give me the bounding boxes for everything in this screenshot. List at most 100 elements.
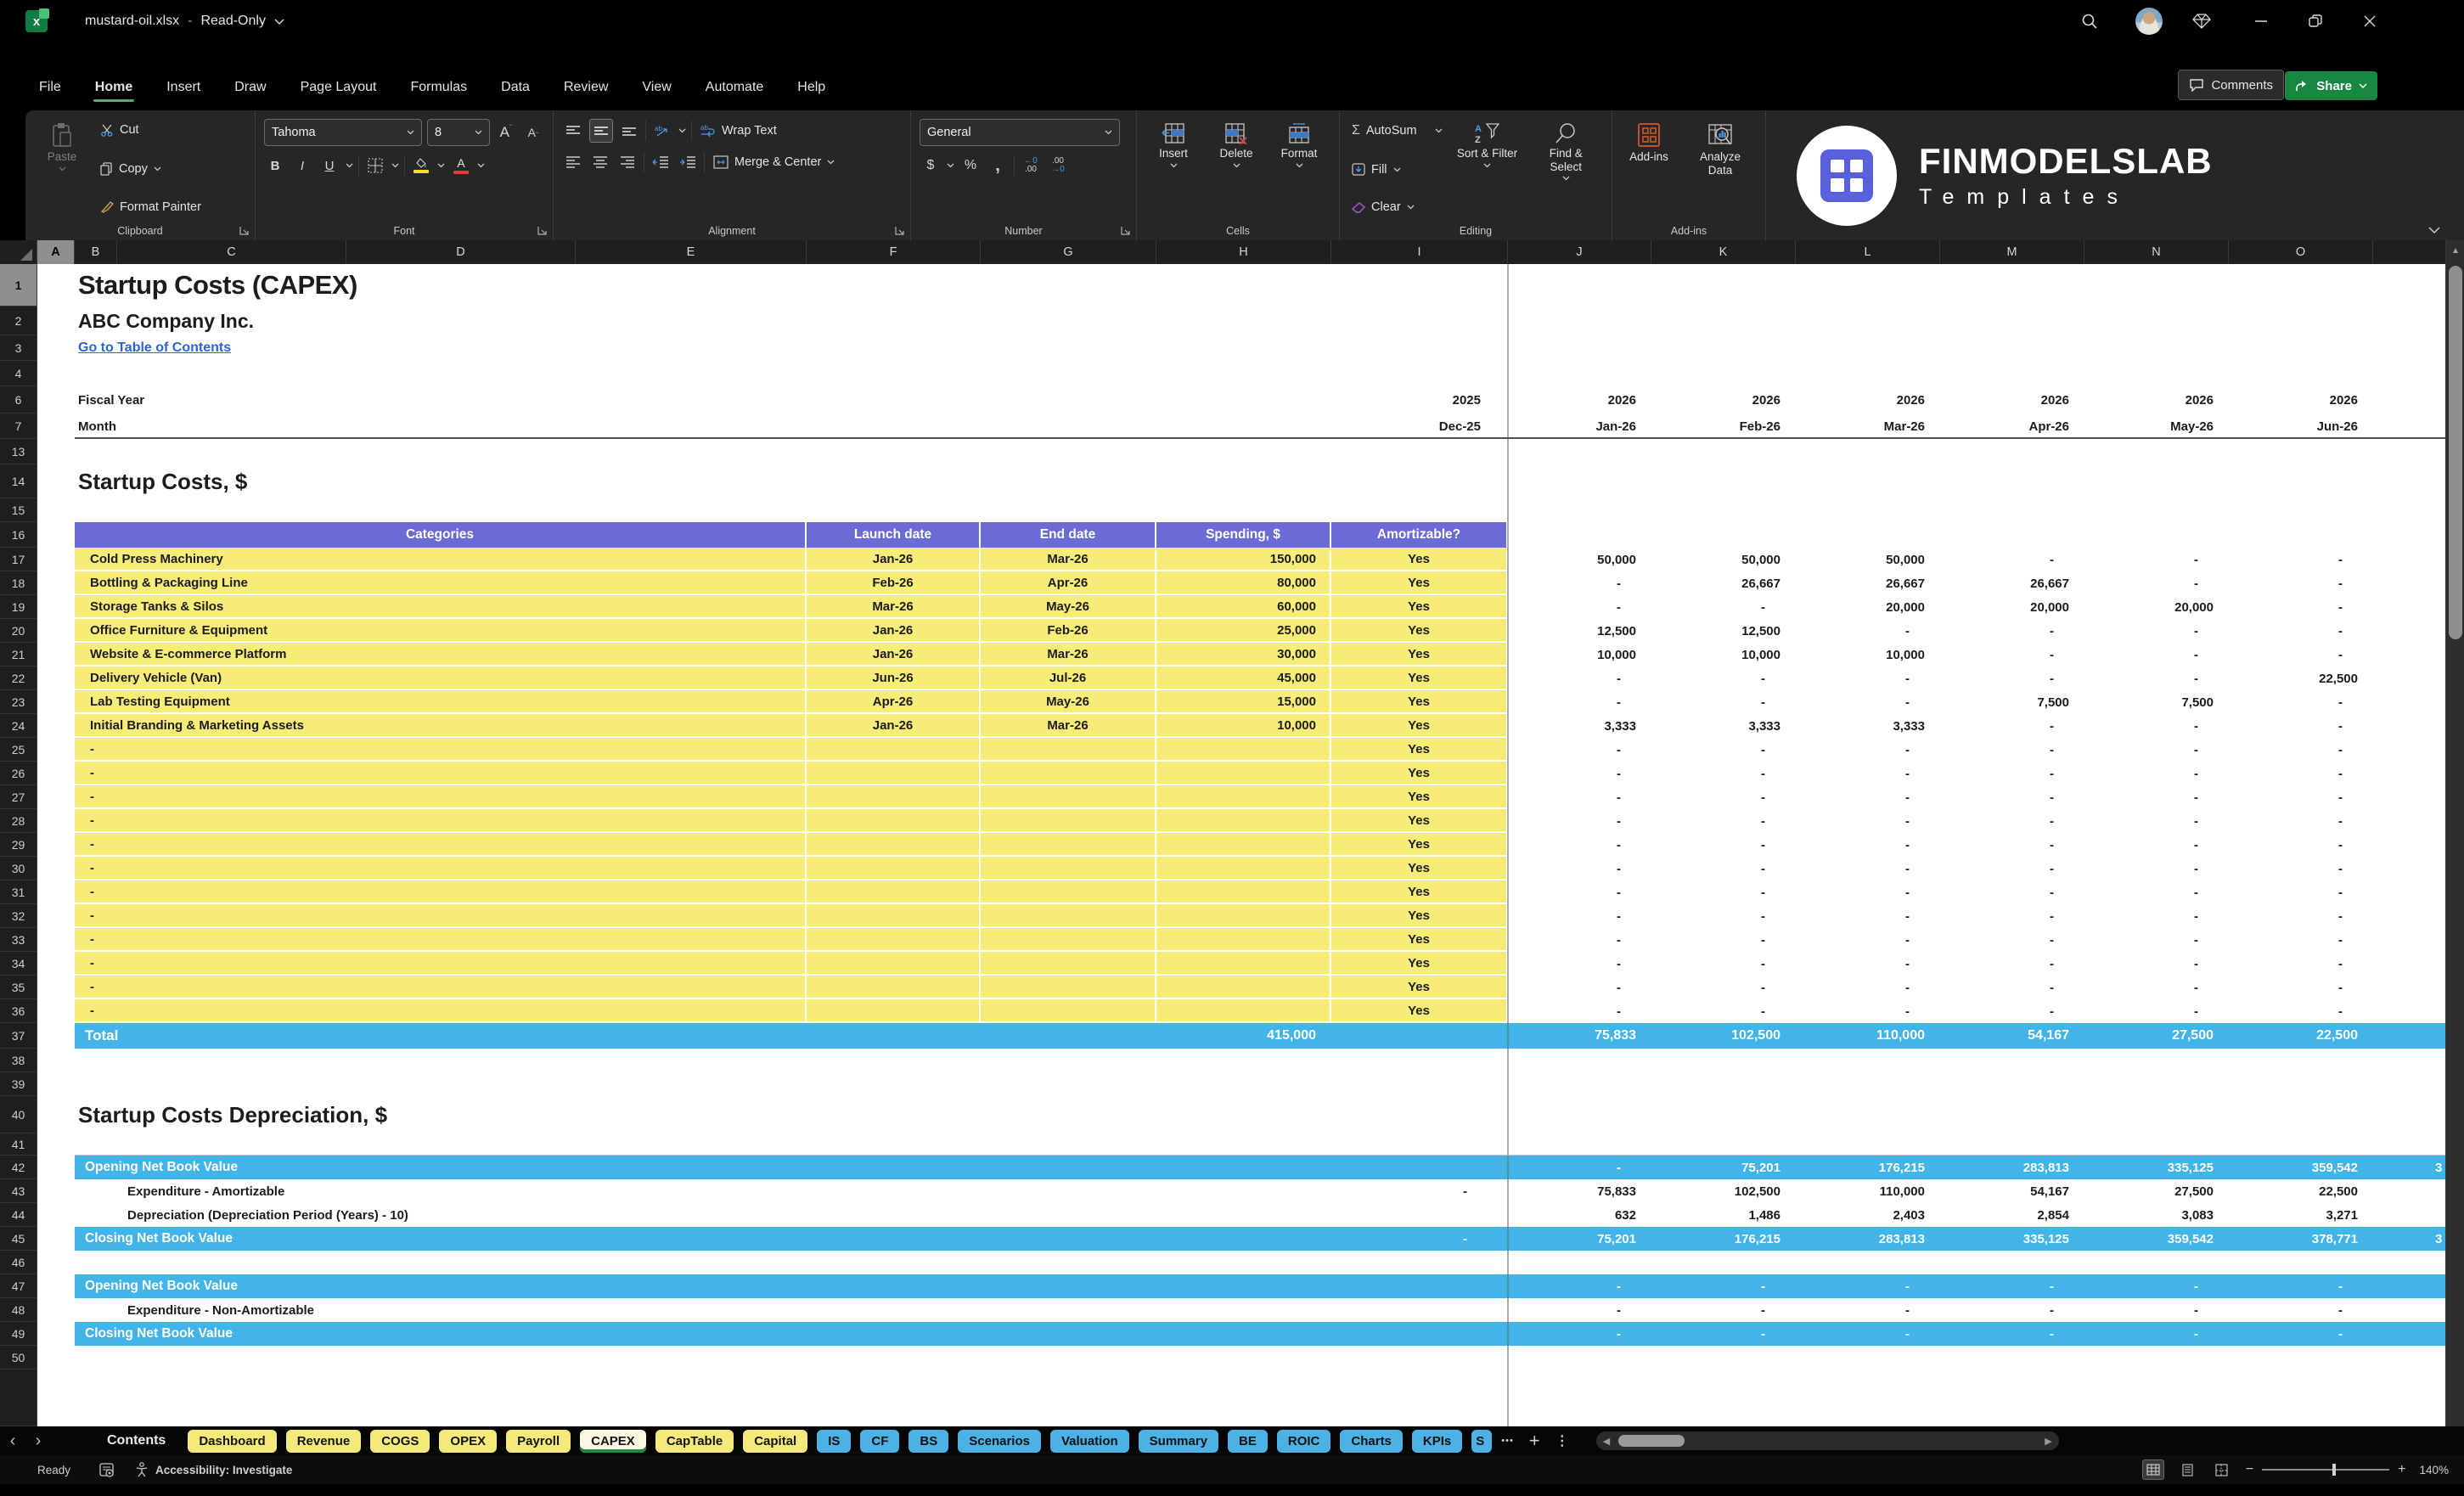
cell-N26[interactable]: - xyxy=(2084,762,2229,785)
sheet-tab-charts[interactable]: Charts xyxy=(1340,1429,1403,1453)
cell-K31[interactable]: - xyxy=(1651,880,1796,904)
sheet-tab-summary[interactable]: Summary xyxy=(1138,1429,1219,1453)
banner-label-45[interactable]: Closing Net Book Value xyxy=(75,1227,1331,1251)
banner-label-42[interactable]: Opening Net Book Value xyxy=(75,1156,1331,1179)
cell-O24[interactable]: - xyxy=(2229,714,2373,738)
cell-L42[interactable]: 176,215 xyxy=(1796,1156,1940,1179)
cell-O43[interactable]: 22,500 xyxy=(2229,1179,2373,1203)
cell-amortizable-19[interactable]: Yes xyxy=(1331,595,1508,619)
cell-L43[interactable]: 110,000 xyxy=(1796,1179,1940,1203)
cell-L21[interactable]: 10,000 xyxy=(1796,643,1940,666)
cell-category-20[interactable]: Office Furniture & Equipment xyxy=(75,619,807,643)
zoom-out-icon[interactable]: − xyxy=(2246,1462,2253,1477)
decrease-indent-button[interactable] xyxy=(650,151,672,173)
zoom-level[interactable]: 140% xyxy=(2419,1464,2449,1476)
column-header-O[interactable]: O xyxy=(2229,240,2373,264)
title-chevron-down-icon[interactable] xyxy=(274,18,284,25)
align-center-button[interactable] xyxy=(589,151,611,173)
cell-launch-36[interactable] xyxy=(807,999,981,1023)
cell-launch-28[interactable] xyxy=(807,809,981,833)
cell-category-22[interactable]: Delivery Vehicle (Van) xyxy=(75,666,807,690)
row-header-43[interactable]: 43 xyxy=(0,1179,37,1203)
number-dialog-launcher-icon[interactable] xyxy=(1120,225,1131,236)
cell-L44[interactable]: 2,403 xyxy=(1796,1203,1940,1227)
menu-tab-view[interactable]: View xyxy=(640,75,672,105)
cell-M29[interactable]: - xyxy=(1940,833,2084,857)
cell-end-31[interactable] xyxy=(981,880,1156,904)
cell-O19[interactable]: - xyxy=(2229,595,2373,619)
dep-label-43[interactable]: Expenditure - Amortizable xyxy=(75,1179,1331,1203)
cell-M31[interactable]: - xyxy=(1940,880,2084,904)
cell-L30[interactable]: - xyxy=(1796,857,1940,880)
fill-color-button[interactable] xyxy=(410,155,432,177)
cell-spending-36[interactable] xyxy=(1156,999,1331,1023)
find-select-button[interactable]: Find & Select xyxy=(1529,119,1603,218)
cell-K45[interactable]: 176,215 xyxy=(1651,1227,1796,1251)
table-of-contents-link[interactable]: Go to Table of Contents xyxy=(75,335,1508,361)
cell-launch-33[interactable] xyxy=(807,928,981,952)
sheet-tab-capex[interactable]: CAPEX xyxy=(580,1429,646,1453)
cell-L45[interactable]: 283,813 xyxy=(1796,1227,1940,1251)
cell-J24[interactable]: 3,333 xyxy=(1508,714,1651,738)
sheet-tab-s[interactable]: S xyxy=(1471,1429,1493,1453)
horizontal-scrollbar[interactable]: ◀ ▶ xyxy=(1595,1431,2059,1450)
cell-K47[interactable]: - xyxy=(1651,1274,1796,1298)
format-painter-button[interactable]: Format Painter xyxy=(97,198,205,217)
underline-button[interactable]: U xyxy=(318,155,340,177)
fill-button[interactable]: Fill xyxy=(1348,160,1446,179)
cell-end-28[interactable] xyxy=(981,809,1156,833)
cell-M34[interactable]: - xyxy=(1940,952,2084,976)
orientation-button[interactable]: ab xyxy=(651,120,673,142)
sheet-options-kebab-icon[interactable]: ⋮ xyxy=(1555,1432,1569,1449)
increase-font-size-button[interactable]: Aˆ xyxy=(495,121,517,143)
cell-K44[interactable]: 1,486 xyxy=(1651,1203,1796,1227)
cell-K6[interactable]: 2026 xyxy=(1651,386,1796,413)
cell-J44[interactable]: 632 xyxy=(1508,1203,1651,1227)
cell-end-34[interactable] xyxy=(981,952,1156,976)
cell-K42[interactable]: 75,201 xyxy=(1651,1156,1796,1179)
row-header-3[interactable]: 3 xyxy=(0,335,37,361)
menu-tab-page-layout[interactable]: Page Layout xyxy=(299,75,379,105)
row-header-17[interactable]: 17 xyxy=(0,548,37,571)
bold-button[interactable]: B xyxy=(264,155,286,177)
row-header-45[interactable]: 45 xyxy=(0,1227,37,1251)
cell-M19[interactable]: 20,000 xyxy=(1940,595,2084,619)
row-header-48[interactable]: 48 xyxy=(0,1298,37,1322)
row-header-13[interactable]: 13 xyxy=(0,439,37,464)
cell-L47[interactable]: - xyxy=(1796,1274,1940,1298)
font-color-button[interactable]: A xyxy=(450,155,472,177)
cell-category-35[interactable]: - xyxy=(75,976,807,999)
cell-spending-28[interactable] xyxy=(1156,809,1331,833)
cell-O25[interactable]: - xyxy=(2229,738,2373,762)
cell-launch-24[interactable]: Jan-26 xyxy=(807,714,981,738)
sheet-tab-cf[interactable]: CF xyxy=(860,1429,900,1453)
cell-O45[interactable]: 378,771 xyxy=(2229,1227,2373,1251)
addins-button[interactable]: Add-ins xyxy=(1621,119,1677,218)
share-button[interactable]: Share xyxy=(2285,71,2377,100)
banner-label-47[interactable]: Opening Net Book Value xyxy=(75,1274,1331,1298)
column-header-A[interactable]: A xyxy=(37,240,75,264)
cell-N45[interactable]: 359,542 xyxy=(2084,1227,2229,1251)
cell-amortizable-25[interactable]: Yes xyxy=(1331,738,1508,762)
cell-N33[interactable]: - xyxy=(2084,928,2229,952)
row-header-49[interactable]: 49 xyxy=(0,1322,37,1346)
cell-K21[interactable]: 10,000 xyxy=(1651,643,1796,666)
wrap-text-button[interactable]: ab Wrap Text xyxy=(697,121,780,140)
cell-launch-30[interactable] xyxy=(807,857,981,880)
total-spending[interactable]: 415,000 xyxy=(1156,1023,1331,1049)
cell-I47[interactable] xyxy=(1331,1274,1508,1298)
row-header-28[interactable]: 28 xyxy=(0,809,37,833)
cell-end-18[interactable]: Apr-26 xyxy=(981,571,1156,595)
cell-J30[interactable]: - xyxy=(1508,857,1651,880)
cell-M24[interactable]: - xyxy=(1940,714,2084,738)
column-header-F[interactable]: F xyxy=(807,240,981,264)
cell-O20[interactable]: - xyxy=(2229,619,2373,643)
zoom-in-icon[interactable]: + xyxy=(2398,1462,2405,1477)
cell-category-25[interactable]: - xyxy=(75,738,807,762)
cell-spending-25[interactable] xyxy=(1156,738,1331,762)
row-header-46[interactable]: 46 xyxy=(0,1251,37,1274)
accounting-format-button[interactable]: $ xyxy=(920,155,942,177)
italic-button[interactable]: I xyxy=(291,155,313,177)
borders-button[interactable] xyxy=(364,155,386,177)
cell-amortizable-31[interactable]: Yes xyxy=(1331,880,1508,904)
